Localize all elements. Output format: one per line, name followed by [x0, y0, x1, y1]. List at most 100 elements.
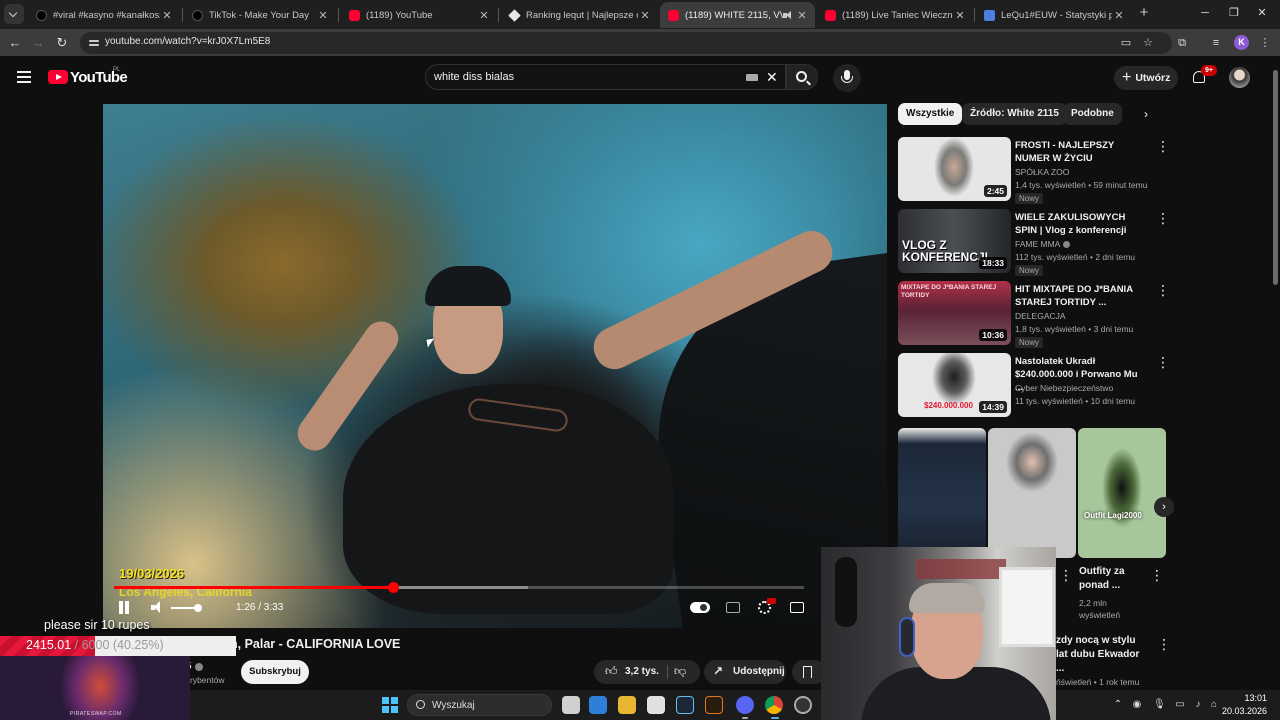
video-player[interactable]: 19/03/2026 Los Angeles, California 1:26 … [103, 104, 887, 628]
browser-menu-icon[interactable]: ⋮ [1257, 35, 1273, 51]
browser-tab[interactable]: (1189) YouTube ✕ [341, 2, 497, 28]
create-button[interactable]: + Utwórz [1114, 66, 1178, 90]
scrubber-handle[interactable] [387, 582, 399, 593]
speaker-icon[interactable] [782, 10, 791, 20]
more-options-icon[interactable]: ⋮ [1156, 211, 1170, 225]
browser-tab[interactable]: (1189) Live Taniec Wieczności t ✕ [817, 2, 973, 28]
tab-search-button[interactable] [4, 4, 24, 24]
recommendation-channel[interactable]: FAME MMA [1015, 239, 1071, 249]
steam-icon[interactable] [676, 696, 694, 714]
address-bar[interactable]: youtube.com/watch?v=krJ0X7Lm5E8 ▭ ☆ [80, 32, 1172, 54]
edge-icon[interactable] [589, 696, 607, 714]
clock-date[interactable]: 20.03.2026 [1219, 706, 1267, 716]
close-window-icon[interactable]: ✕ [1255, 5, 1269, 21]
browser-tab[interactable]: Ranking lequt | Najlepsze oprog ✕ [501, 2, 658, 28]
reload-icon[interactable]: ↻ [53, 34, 71, 52]
recommendation-item[interactable]: $240.000.000 14:39 Nastolatek Ukradł $24… [898, 353, 1170, 419]
thumbs-down-icon[interactable]: 👎︎ [674, 665, 687, 678]
chip-related[interactable]: Podobne [1063, 103, 1122, 125]
volume-icon[interactable] [151, 601, 165, 614]
profile-avatar[interactable]: K [1234, 35, 1249, 50]
file-explorer-icon[interactable] [618, 696, 636, 714]
video-thumbnail[interactable]: $240.000.000 14:39 [898, 353, 1011, 417]
windows-start-icon[interactable] [382, 697, 398, 713]
keyboard-icon[interactable] [746, 74, 758, 81]
voice-search-button[interactable] [833, 64, 861, 92]
close-tab-icon[interactable]: ✕ [160, 9, 174, 22]
subtitles-icon[interactable] [726, 602, 740, 613]
tray-chevron-icon[interactable]: ⌃ [1112, 699, 1124, 711]
short-title[interactable]: zdy nocą w stylu lat dubu Ekwador ... [1056, 634, 1142, 676]
user-avatar[interactable] [1229, 67, 1250, 88]
volume-slider[interactable] [171, 604, 202, 612]
taskbar-search[interactable]: Wyszukaj [407, 694, 552, 716]
search-input[interactable]: white diss bialas ✕ [425, 64, 786, 90]
obs-icon[interactable] [794, 696, 812, 714]
browser-tab[interactable]: #viral #kasyno #kanałkoszykarz ✕ [28, 2, 180, 28]
recommendation-item[interactable]: 2:45 FROSTI - NAJLEPSZY NUMER W ŻYCIU SP… [898, 137, 1170, 204]
chip-source[interactable]: Źródło: White 2115 [962, 103, 1067, 125]
close-tab-icon[interactable]: ✕ [953, 9, 967, 22]
chrome-icon[interactable] [765, 696, 783, 714]
scrollbar-thumb[interactable] [1273, 70, 1278, 285]
recommendation-title[interactable]: HIT MIXTAPE DO J*BANIA STAREJ TORTIDY ..… [1015, 283, 1145, 309]
video-thumbnail[interactable]: 2:45 [898, 137, 1011, 201]
more-options-icon[interactable]: ⋮ [1059, 568, 1073, 582]
monitor-icon[interactable]: ▭ [1174, 699, 1186, 711]
search-button[interactable] [786, 64, 818, 90]
discord-icon[interactable] [736, 696, 754, 714]
recommendation-channel[interactable]: DELEGACJA [1015, 311, 1066, 321]
chevron-right-icon[interactable]: › [1154, 497, 1174, 517]
page-scrollbar[interactable] [1271, 60, 1280, 690]
subscribe-button[interactable]: Subskrybuj [241, 660, 309, 684]
recommendation-channel[interactable]: Cyber Niebezpieczeństwo [1015, 383, 1113, 393]
tray-app-icon[interactable]: ◉ [1131, 699, 1143, 711]
video-thumbnail[interactable]: MIXTAPE DO J*BANIA STAREJ TORTIDY 10:36 [898, 281, 1011, 345]
short-thumbnail[interactable]: Outfit Lagi2000 [1078, 428, 1166, 558]
autoplay-toggle[interactable] [690, 602, 710, 613]
short-thumbnail[interactable] [898, 428, 986, 558]
task-view-icon[interactable] [562, 696, 580, 714]
more-options-icon[interactable]: ⋮ [1157, 637, 1171, 651]
video-thumbnail[interactable]: VLOG Z KONFERENCJI 18:33 [898, 209, 1011, 273]
more-options-icon[interactable]: ⋮ [1156, 355, 1170, 369]
hamburger-menu-icon[interactable] [17, 71, 31, 83]
recommendation-channel[interactable]: SPÓŁKA ZOO [1015, 167, 1069, 177]
site-info-icon[interactable] [88, 37, 100, 49]
reading-list-icon[interactable]: ≡ [1208, 35, 1224, 51]
miniplayer-icon[interactable] [790, 602, 804, 613]
volume-knob[interactable] [194, 604, 202, 612]
browser-tab[interactable]: LeQu1#EUW - Statystyki przyw ✕ [976, 2, 1132, 28]
microphone-icon[interactable]: 🎙︎ [1153, 699, 1166, 711]
ableton-icon[interactable] [705, 696, 723, 714]
share-button[interactable]: ↗ Udostępnij [704, 660, 786, 684]
more-options-icon[interactable]: ⋮ [1156, 283, 1170, 297]
browser-tab[interactable]: TikTok - Make Your Day ✕ [184, 2, 336, 28]
minimize-icon[interactable]: ─ [1198, 5, 1212, 21]
recommendation-title[interactable]: WIELE ZAKULISOWYCH SPIN | Vlog z konfere… [1015, 211, 1145, 237]
close-tab-icon[interactable]: ✕ [477, 9, 491, 22]
close-tab-icon[interactable]: ✕ [1112, 9, 1126, 22]
cast-icon[interactable]: ▭ [1119, 36, 1133, 50]
chip-all[interactable]: Wszystkie [898, 103, 963, 125]
back-icon[interactable]: ← [6, 34, 24, 52]
like-count[interactable]: 3,2 tys. [625, 666, 659, 677]
forward-icon[interactable]: → [29, 34, 47, 52]
store-icon[interactable] [647, 696, 665, 714]
search-query[interactable]: white diss bialas [434, 71, 514, 83]
bookmark-star-icon[interactable]: ☆ [1141, 36, 1155, 50]
browser-tab-active[interactable]: (1189) WHITE 2115, VVSim ✕ [660, 2, 815, 28]
thumbs-up-icon[interactable]: 👍︎ [605, 665, 618, 678]
youtube-logo[interactable]: YouTube [48, 69, 128, 87]
chevron-right-icon[interactable]: › [1144, 108, 1156, 120]
more-options-icon[interactable]: ⋮ [1150, 568, 1164, 582]
short-title[interactable]: Outfity za ponad ... [1079, 565, 1149, 593]
recommendation-item[interactable]: VLOG Z KONFERENCJI 18:33 WIELE ZAKULISOW… [898, 209, 1170, 276]
url-text[interactable]: youtube.com/watch?v=krJ0X7Lm5E8 [105, 36, 270, 47]
recommendation-item[interactable]: MIXTAPE DO J*BANIA STAREJ TORTIDY 10:36 … [898, 281, 1170, 348]
progress-bar[interactable] [114, 582, 804, 593]
clear-search-icon[interactable]: ✕ [766, 69, 778, 86]
recommendation-title[interactable]: FROSTI - NAJLEPSZY NUMER W ŻYCIU [1015, 139, 1145, 165]
short-thumbnail[interactable] [988, 428, 1076, 558]
extensions-icon[interactable]: ⧉ [1174, 35, 1190, 51]
